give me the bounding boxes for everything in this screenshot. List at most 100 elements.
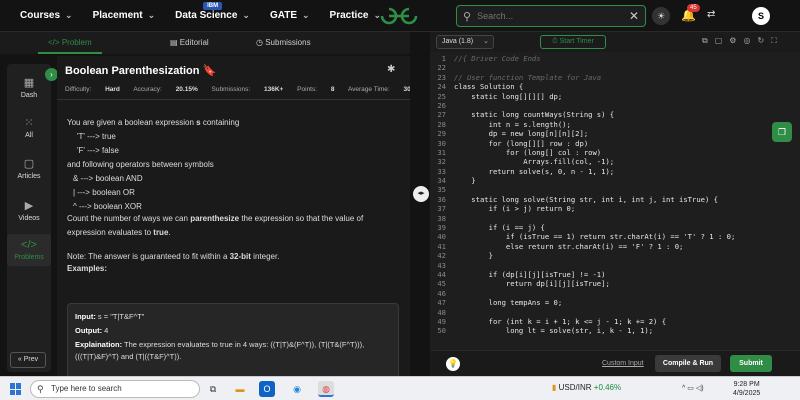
nav-gate[interactable]: GATE ⌄ (270, 10, 310, 21)
refresh-icon[interactable]: ↻ (757, 36, 771, 45)
code-line[interactable]: 41 else return str.charAt(i) == 'F' ? 1 … (430, 242, 800, 251)
compile-run-button[interactable]: Compile & Run (655, 355, 721, 372)
code-line[interactable]: 45 return dp[i][j][isTrue]; (430, 279, 800, 288)
nav-placement[interactable]: Placement ⌄ (93, 10, 156, 21)
code-line[interactable]: 39 if (i == j) { (430, 223, 800, 232)
dashboard-icon: ▦ (23, 77, 35, 89)
code-line[interactable]: 40 if (isTrue == 1) return str.charAt(i)… (430, 232, 800, 241)
sidebar-item-articles[interactable]: ▢ Articles (7, 157, 51, 180)
tab-submissions[interactable]: ◷ Submissions (256, 38, 311, 47)
nav-courses[interactable]: Courses ⌄ (20, 10, 73, 21)
sidebar-item-problems[interactable]: </> Problems (7, 234, 51, 266)
tab-editorial[interactable]: ▤ Editorial (170, 38, 209, 47)
file-explorer-icon[interactable]: ▬ (232, 381, 248, 397)
submit-button[interactable]: Submit (730, 355, 772, 372)
chat-icon[interactable]: ❐ (772, 122, 792, 142)
code-line[interactable]: 36 static long solve(String str, int i, … (430, 195, 800, 204)
code-line[interactable]: 22 (430, 63, 800, 72)
code-line[interactable]: 43 (430, 261, 800, 270)
code-line[interactable]: 29 dp = new long[n][n][2]; (430, 129, 800, 138)
code-text: else return str.charAt(i) == 'F' ? 1 : 0… (454, 241, 684, 251)
code-line[interactable]: 28 int n = s.length(); (430, 120, 800, 129)
search-input[interactable] (477, 11, 629, 21)
code-line[interactable]: 46 (430, 289, 800, 298)
code-text: int n = s.length(); (454, 119, 571, 129)
translate-icon[interactable]: ⇄ (707, 9, 715, 20)
code-line[interactable]: 30 for (long[][] row : dp) (430, 139, 800, 148)
clock[interactable]: 9:28 PM 4/9/2025 (733, 380, 760, 398)
code-line[interactable]: 33 return solve(s, 0, n - 1, 1); (430, 167, 800, 176)
line-number: 40 (437, 232, 446, 242)
code-line[interactable]: 24 class Solution { (430, 82, 800, 91)
code-line[interactable]: 38 (430, 214, 800, 223)
search-box[interactable]: ⚲ ✕ (456, 5, 646, 27)
lightbulb-icon[interactable]: 💡 (446, 357, 460, 371)
chrome-icon[interactable]: ◍ (318, 381, 334, 397)
code-line[interactable]: 32 Arrays.fill(col, -1); (430, 157, 800, 166)
line-number: 35 (437, 185, 446, 195)
gfg-logo[interactable] (378, 5, 420, 27)
problem-statement: You are given a boolean expression s con… (67, 117, 402, 275)
code-text: if (i == j) { (454, 223, 545, 233)
panel-resize-handle[interactable]: ◂▸ (413, 186, 429, 202)
code-area[interactable]: 1 //{ Driver Code Ends 22 23 // User functio… (430, 54, 800, 350)
code-icon: </> (48, 38, 60, 47)
theme-toggle-icon[interactable]: ☀ (652, 7, 670, 25)
code-line[interactable]: 44 if (dp[i][j][isTrue] != -1) (430, 270, 800, 279)
sidebar-item-videos[interactable]: ▶ Videos (7, 199, 51, 222)
prev-button[interactable]: « Prev (10, 352, 46, 368)
copy-icon[interactable]: ⧉ (702, 36, 715, 45)
problem-title: Boolean Parenthesization 🔖 (65, 65, 217, 77)
sidebar-item-dash[interactable]: ▦ Dash (7, 76, 51, 99)
code-line[interactable]: 50 long lt = solve(str, i, k - 1, 1); (430, 326, 800, 335)
code-line[interactable]: 31 for (long[] col : row) (430, 148, 800, 157)
code-line[interactable]: 25 static long[][][] dp; (430, 92, 800, 101)
tab-problem[interactable]: </> Problem (38, 38, 102, 54)
bug-report-icon[interactable]: ✱ (387, 64, 395, 75)
network-icon: ▭ (687, 385, 694, 392)
line-number: 50 (437, 326, 446, 336)
code-line[interactable]: 27 static long countWays(String s) { (430, 110, 800, 119)
sidebar-item-all[interactable]: ⁙ All (7, 116, 51, 139)
article-icon: ▢ (23, 158, 35, 170)
code-line[interactable]: 47 long tempAns = 0; (430, 298, 800, 307)
start-timer-button[interactable]: ⏱ Start Timer (540, 35, 606, 49)
system-tray[interactable]: ^ ▭ ◁) (682, 384, 704, 392)
code-line[interactable]: 26 (430, 101, 800, 110)
code-line[interactable]: 49 for (int k = i + 1; k <= j - 1; k += … (430, 317, 800, 326)
stock-ticker[interactable]: ▮ USD/INR +0.46% (552, 383, 621, 392)
line-number: 34 (437, 176, 446, 186)
line-number: 25 (437, 91, 446, 101)
document-icon[interactable]: ▢ (715, 36, 730, 45)
code-text: if (i > j) return 0; (454, 204, 576, 214)
code-line[interactable]: 35 (430, 185, 800, 194)
code-line[interactable]: 1 //{ Driver Code Ends (430, 54, 800, 63)
code-line[interactable]: 42 } (430, 251, 800, 260)
code-line[interactable]: 48 (430, 308, 800, 317)
edge-icon[interactable]: ◉ (289, 381, 305, 397)
code-editor-panel: Java (1.8) ⌄ ⏱ Start Timer ⧉▢⚙◎↻⛶ 1 //{ Dr… (430, 32, 800, 376)
code-line[interactable]: 23 // User function Template for Java (430, 73, 800, 82)
avatar[interactable]: S (752, 7, 770, 25)
nav-data-science[interactable]: IBM Data Science ⌄ (175, 2, 250, 21)
gear-icon[interactable]: ⚙ (729, 36, 743, 45)
close-icon[interactable]: ✕ (629, 9, 639, 23)
settings-icon[interactable]: ◎ (743, 36, 757, 45)
notification-badge: 45 (687, 4, 700, 12)
code-text: return solve(s, 0, n - 1, 1); (454, 166, 615, 176)
task-view-icon[interactable]: ⧉ (205, 381, 221, 397)
volume-icon: ◁) (695, 385, 704, 392)
code-line[interactable]: 37 if (i > j) return 0; (430, 204, 800, 213)
language-select[interactable]: Java (1.8) ⌄ (436, 35, 494, 49)
taskbar-search[interactable]: ⚲ Type here to search (30, 380, 200, 398)
grid-icon: ⁙ (24, 117, 34, 129)
gfg-logo-icon (380, 7, 418, 25)
custom-input-link[interactable]: Custom Input (602, 360, 644, 367)
code-line[interactable]: 34 } (430, 176, 800, 185)
outlook-icon[interactable]: O (259, 381, 275, 397)
nav-practice[interactable]: Practice ⌄ (330, 10, 381, 21)
windows-start-icon[interactable] (10, 383, 22, 395)
fullscreen-icon[interactable]: ⛶ (771, 36, 784, 45)
bookmark-icon[interactable]: 🔖 (203, 65, 217, 77)
code-text: } (454, 176, 476, 186)
